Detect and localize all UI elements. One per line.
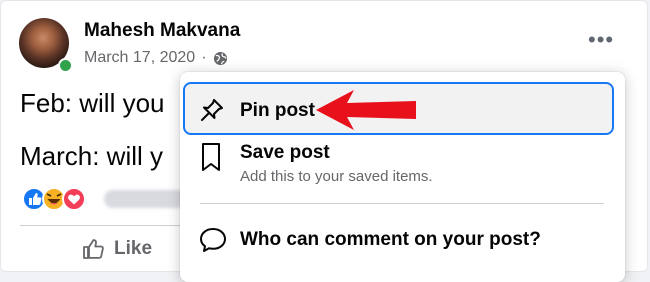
like-label: Like	[114, 238, 153, 259]
like-button[interactable]: Like	[82, 238, 152, 260]
online-status-dot	[58, 58, 73, 73]
menu-item-description: Add this to your saved items.	[240, 168, 433, 185]
post-meta: March 17, 2020 ·	[84, 49, 228, 67]
love-reaction-icon	[62, 187, 86, 211]
annotation-arrow-icon	[316, 90, 416, 130]
globe-icon[interactable]	[213, 51, 228, 66]
pin-icon	[201, 99, 223, 121]
post-date[interactable]: March 17, 2020	[84, 49, 195, 67]
comment-icon	[200, 228, 226, 252]
author-name[interactable]: Mahesh Makvana	[84, 20, 240, 42]
bookmark-icon	[202, 143, 220, 171]
haha-reaction-icon	[42, 187, 66, 211]
post-text-line: March: will y	[20, 141, 164, 171]
date-separator: ·	[201, 49, 207, 66]
menu-item-label: Who can comment on your post?	[240, 229, 541, 250]
reactions-summary[interactable]	[22, 187, 96, 211]
thumbs-up-icon	[83, 239, 104, 259]
reaction-count-blurred	[104, 190, 186, 208]
menu-item-label: Pin post	[240, 100, 315, 121]
menu-item-label: Save post	[240, 142, 330, 163]
menu-divider	[200, 203, 604, 204]
post-divider	[20, 225, 180, 226]
more-options-icon[interactable]: •••	[588, 29, 614, 51]
like-reaction-icon	[22, 187, 46, 211]
post-text-line: Feb: will you	[20, 88, 165, 118]
